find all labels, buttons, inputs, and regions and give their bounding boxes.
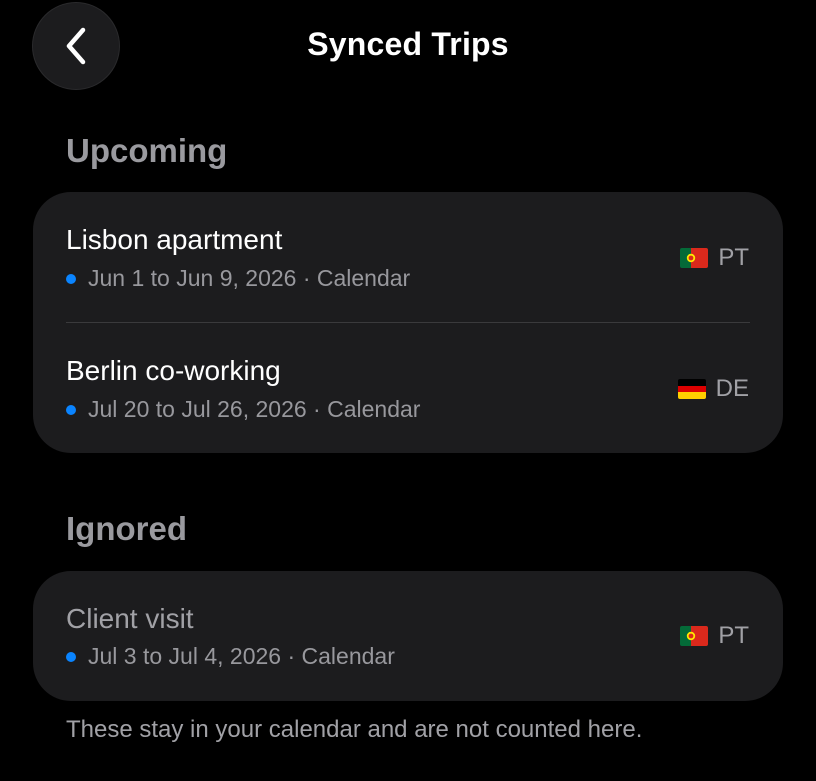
trip-title: Berlin co-working (66, 355, 281, 386)
trip-row-lisbon[interactable]: Lisbon apartment Jun 1 to Jun 9, 2026 · … (33, 192, 783, 322)
trip-row-client-visit[interactable]: Client visit Jul 3 to Jul 4, 2026 · Cale… (33, 571, 783, 701)
trip-subtitle: Jul 20 to Jul 26, 2026 · Calendar (66, 396, 420, 423)
country-code: PT (718, 622, 749, 649)
country-badge: PT (680, 622, 749, 650)
trip-title: Client visit (66, 603, 194, 634)
trip-dates: Jun 1 to Jun 9, 2026 · Calendar (88, 265, 411, 291)
country-code: PT (718, 244, 749, 271)
calendar-dot-icon (66, 273, 76, 284)
section-header-upcoming: Upcoming (66, 132, 228, 169)
page-title: Synced Trips (307, 26, 509, 62)
trip-subtitle: Jun 1 to Jun 9, 2026 · Calendar (66, 265, 410, 292)
portugal-flag-icon (680, 248, 709, 268)
trip-title: Lisbon apartment (66, 224, 283, 255)
country-badge: DE (677, 375, 749, 403)
ignored-footnote: These stay in your calendar and are not … (66, 716, 643, 743)
trip-row-berlin[interactable]: Berlin co-working Jul 20 to Jul 26, 2026… (33, 323, 783, 453)
portugal-flag-icon (680, 626, 709, 646)
country-code: DE (715, 375, 749, 402)
trip-subtitle: Jul 3 to Jul 4, 2026 · Calendar (66, 643, 395, 670)
ignored-trips-card: Client visit Jul 3 to Jul 4, 2026 · Cale… (33, 571, 783, 701)
calendar-dot-icon (66, 404, 76, 415)
section-header-ignored: Ignored (66, 510, 187, 547)
trip-dates: Jul 3 to Jul 4, 2026 · Calendar (88, 643, 395, 669)
country-badge: PT (680, 244, 749, 272)
calendar-dot-icon (66, 651, 76, 662)
upcoming-trips-card: Lisbon apartment Jun 1 to Jun 9, 2026 · … (33, 192, 783, 453)
germany-flag-icon (677, 379, 706, 399)
trip-dates: Jul 20 to Jul 26, 2026 · Calendar (88, 396, 421, 422)
